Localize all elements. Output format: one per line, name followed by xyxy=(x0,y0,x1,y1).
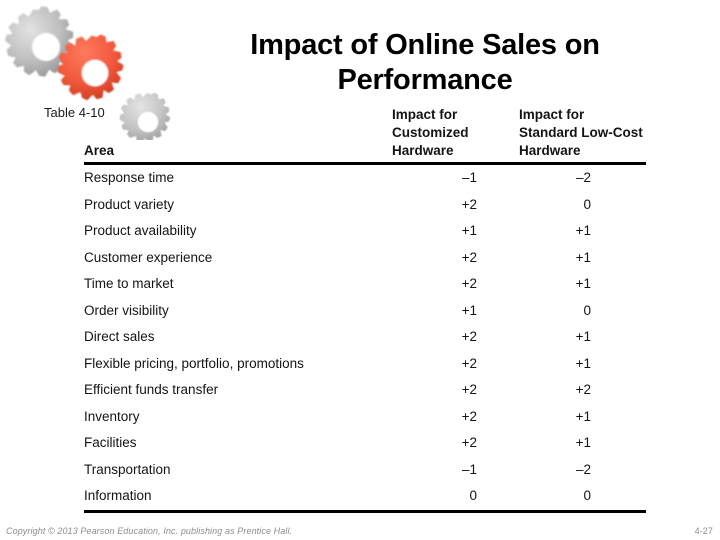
table-header-row: Area Impact for Customized Hardware Impa… xyxy=(84,106,646,166)
row-area-label: Direct sales xyxy=(84,329,155,345)
row-value-standard: +2 xyxy=(575,382,591,398)
row-area-label: Customer experience xyxy=(84,249,213,265)
row-value-standard: –2 xyxy=(575,461,591,477)
table-row: Product availability +1 +1 xyxy=(84,218,646,245)
row-value-standard: 0 xyxy=(583,302,591,318)
row-value-standard: 0 xyxy=(519,483,646,513)
impact-table: Area Impact for Customized Hardware Impa… xyxy=(84,106,646,513)
column-header-customized-hardware: Impact for Customized Hardware xyxy=(392,106,519,166)
table-row: Inventory +2 +1 xyxy=(84,404,646,431)
row-value-standard: +1 xyxy=(575,408,591,424)
table-header: Area Impact for Customized Hardware Impa… xyxy=(84,106,646,166)
row-area-label: Efficient funds transfer xyxy=(84,382,219,398)
copyright-notice: Copyright © 2013 Pearson Education, Inc.… xyxy=(6,526,293,536)
table-body: Response time –1 –2 Product variety +2 0… xyxy=(84,164,646,513)
row-value-customized: +2 xyxy=(461,435,477,451)
row-value-customized: +2 xyxy=(461,408,477,424)
row-value-customized: –1 xyxy=(461,170,477,186)
row-value-customized: +2 xyxy=(461,249,477,265)
row-value-customized: –1 xyxy=(461,461,477,477)
row-value-standard: +1 xyxy=(575,276,591,292)
row-value-customized: +2 xyxy=(461,276,477,292)
row-area-label: Product variety xyxy=(84,196,175,212)
page-title: Impact of Online Sales on Performance xyxy=(250,29,600,97)
row-value-standard: +1 xyxy=(575,329,591,345)
table-row: Order visibility +1 0 xyxy=(84,298,646,325)
column-header-standard-low-cost-hardware: Impact for Standard Low-Cost Hardware xyxy=(519,106,646,166)
row-value-customized: +2 xyxy=(461,355,477,371)
row-area-label: Time to market xyxy=(84,276,174,292)
row-value-standard: +1 xyxy=(575,223,591,239)
row-value-customized: +1 xyxy=(461,223,477,239)
table-row: Efficient funds transfer +2 +2 xyxy=(84,377,646,404)
row-value-standard: –2 xyxy=(575,170,591,186)
table-row: Direct sales +2 +1 xyxy=(84,324,646,351)
row-area-label: Flexible pricing, portfolio, promotions xyxy=(84,355,304,371)
table-row: Facilities +2 +1 xyxy=(84,430,646,457)
table-row: Transportation –1 –2 xyxy=(84,457,646,484)
table-row: Flexible pricing, portfolio, promotions … xyxy=(84,351,646,378)
table-row: Information 0 0 xyxy=(84,483,646,513)
row-value-customized: +2 xyxy=(461,196,477,212)
row-area-label: Order visibility xyxy=(84,302,169,318)
table-row: Product variety +2 0 xyxy=(84,192,646,219)
row-area-label: Facilities xyxy=(84,435,137,451)
row-value-customized: 0 xyxy=(392,483,519,513)
row-area-label: Response time xyxy=(84,170,175,186)
row-value-standard: 0 xyxy=(583,196,591,212)
row-area-label: Inventory xyxy=(84,408,140,424)
row-value-standard: +1 xyxy=(575,355,591,371)
row-value-customized: +2 xyxy=(461,382,477,398)
page-number: 4-27 xyxy=(694,526,713,536)
row-area-label: Information xyxy=(84,483,392,513)
table-row: Customer experience +2 +1 xyxy=(84,245,646,272)
row-value-standard: +1 xyxy=(575,249,591,265)
table-row: Response time –1 –2 xyxy=(84,164,646,192)
column-header-area: Area xyxy=(84,106,392,166)
row-value-customized: +1 xyxy=(461,302,477,318)
row-value-customized: +2 xyxy=(461,329,477,345)
row-value-standard: +1 xyxy=(575,435,591,451)
row-area-label: Product availability xyxy=(84,223,197,239)
row-area-label: Transportation xyxy=(84,461,171,477)
table-row: Time to market +2 +1 xyxy=(84,271,646,298)
